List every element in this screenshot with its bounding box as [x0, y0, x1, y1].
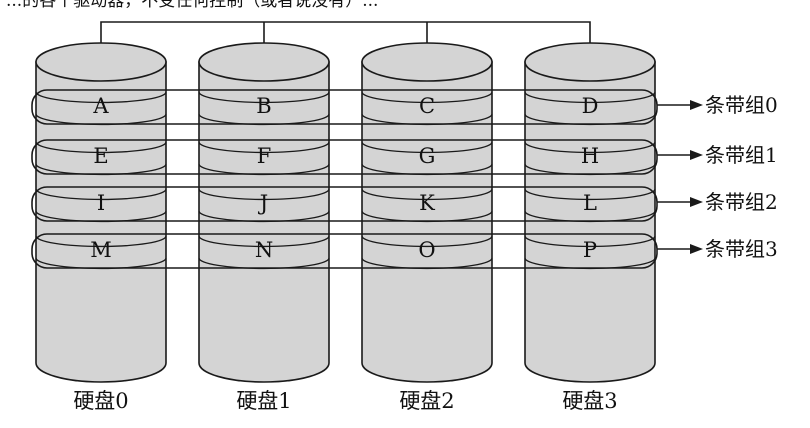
- disk-label: 硬盘2: [399, 389, 454, 413]
- stripe-cell-label: G: [419, 144, 436, 168]
- stripe-cell-label: E: [93, 144, 108, 168]
- stripe-cell-label: A: [92, 94, 109, 118]
- stripe-arrows: 条带组0 条带组1 条带组2 条带组3: [657, 93, 778, 261]
- disk-label: 硬盘1: [236, 389, 291, 413]
- stripe-cell-label: H: [581, 144, 599, 168]
- arrow-head-icon: [690, 100, 703, 110]
- cylinder-top: [361, 42, 493, 82]
- controller-bus: [100, 21, 591, 43]
- bus-line: [100, 21, 591, 43]
- disk-label: 硬盘0: [73, 389, 128, 413]
- top-caption-text: ...的各个驱动器，不受任何控制（或者说没有）...: [6, 0, 378, 11]
- arrow-head-icon: [690, 150, 703, 160]
- disk-cylinders: [35, 42, 656, 383]
- cylinder-top: [35, 42, 167, 82]
- disk-label: 硬盘3: [562, 389, 617, 413]
- stripe-cell-label: F: [257, 144, 272, 168]
- stripe-group-label: 条带组1: [705, 143, 778, 167]
- stripe-cell-label: K: [419, 191, 435, 215]
- stripe-cell-label: B: [256, 94, 271, 118]
- stripe-cell-label: D: [582, 94, 599, 118]
- arrow-head-icon: [690, 197, 703, 207]
- stripe-cell-label: I: [97, 191, 105, 215]
- disk-labels: 硬盘0 硬盘1 硬盘2 硬盘3: [73, 389, 617, 413]
- stripe-cell-label: L: [583, 191, 597, 215]
- stripe-cell-label: N: [255, 238, 273, 262]
- stripe-cell-label: J: [258, 191, 268, 215]
- stripe-cell-label: M: [90, 238, 112, 262]
- stripe-group-label: 条带组0: [705, 93, 778, 117]
- cylinder-top: [198, 42, 330, 82]
- arrow-head-icon: [690, 244, 703, 254]
- raid0-striping-diagram: ...的各个驱动器，不受任何控制（或者说没有）... A EIM B FJN C GKO D…: [6, 0, 778, 413]
- stripe-cell-label: C: [419, 94, 435, 118]
- stripe-cell-label: O: [418, 238, 435, 262]
- stripe-group-label: 条带组3: [705, 237, 778, 261]
- cylinder-top: [524, 42, 656, 82]
- stripe-cell-label: P: [583, 238, 597, 262]
- stripe-group-label: 条带组2: [705, 190, 778, 214]
- top-caption: ...的各个驱动器，不受任何控制（或者说没有）...: [6, 0, 378, 11]
